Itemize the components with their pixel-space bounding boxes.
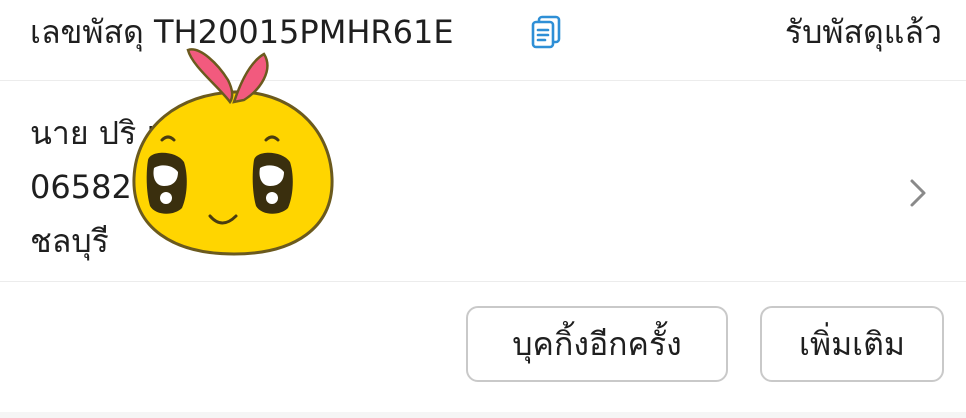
recipient-province: ชลบุรี bbox=[30, 222, 109, 260]
cute-chick-sticker bbox=[118, 40, 350, 262]
more-button[interactable]: เพิ่มเติม bbox=[760, 306, 944, 382]
parcel-status: รับพัสดุแล้ว bbox=[784, 13, 942, 51]
action-bar: บุคกิ้งอีกครั้ง เพิ่มเติม bbox=[0, 282, 966, 412]
parcel-card: เลขพัสดุ TH20015PMHR61E รับพัสดุแล้ว นาย… bbox=[0, 0, 966, 412]
chevron-right-icon[interactable] bbox=[904, 173, 932, 213]
rebook-button[interactable]: บุคกิ้งอีกครั้ง bbox=[466, 306, 728, 382]
copy-icon[interactable] bbox=[528, 12, 568, 52]
recipient-phone: 06582 bbox=[30, 168, 132, 206]
